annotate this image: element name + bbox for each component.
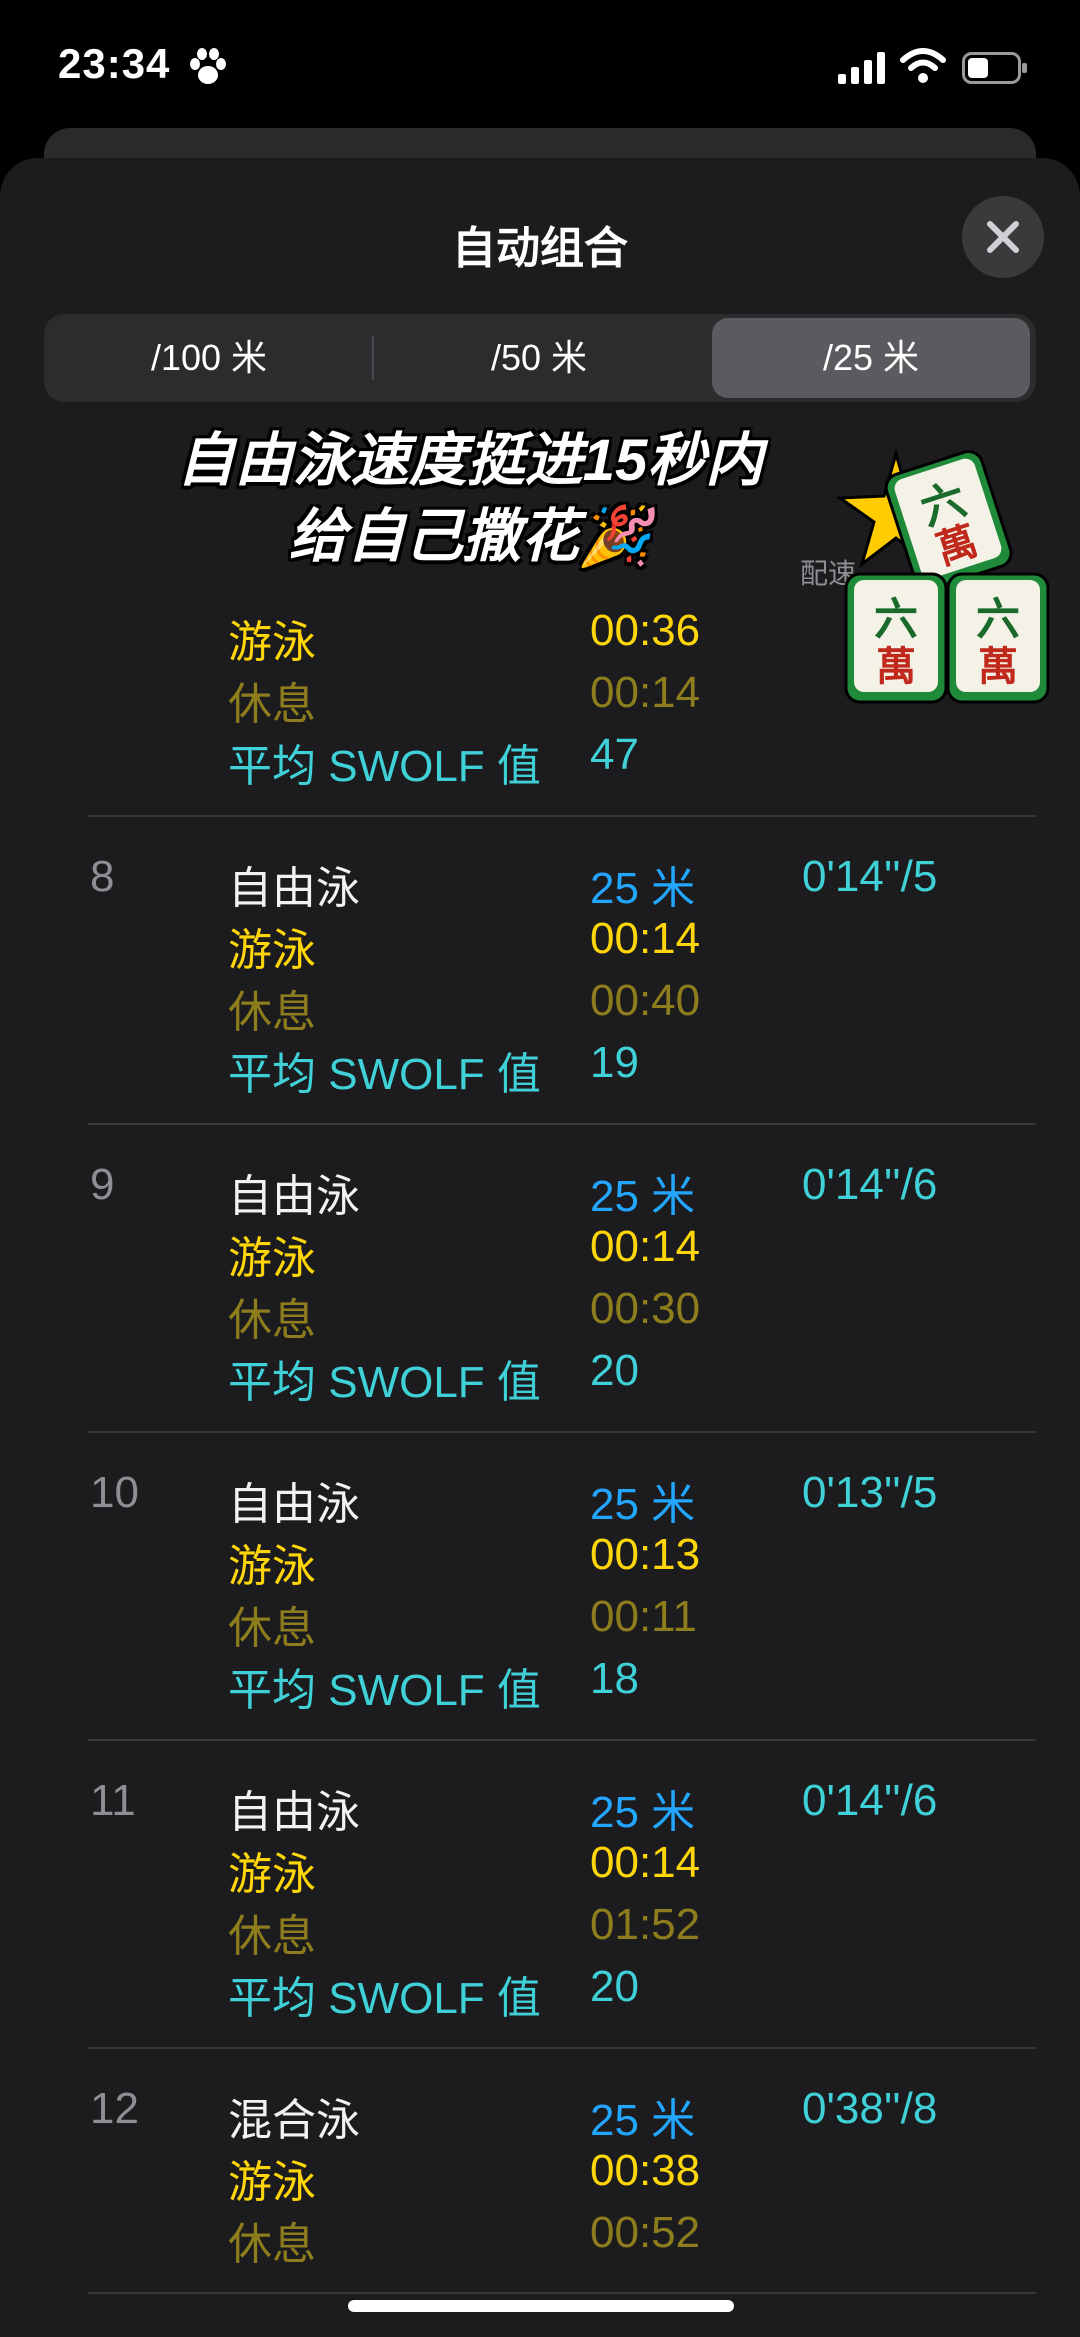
close-button[interactable] [962, 196, 1044, 278]
svg-text:六: 六 [874, 594, 918, 645]
svg-text:萬: 萬 [876, 644, 916, 690]
svg-text:萬: 萬 [978, 644, 1018, 690]
row-divider [88, 2292, 1036, 2294]
swim-time: 00:14 [590, 1838, 701, 1887]
battery-icon [962, 52, 1028, 89]
row-divider [88, 815, 1036, 817]
set-index: 11 [90, 1776, 136, 1825]
rest-time: 00:52 [590, 2208, 701, 2257]
swim-time: 00:14 [590, 1222, 701, 1271]
cellular-signal-icon [838, 52, 886, 89]
status-time: 23:34 [58, 40, 171, 87]
swim-label: 游泳 [228, 2158, 316, 2207]
stroke-type: 自由泳 [228, 1172, 360, 1221]
swim-time: 00:14 [590, 914, 701, 963]
swim-label: 游泳 [228, 1850, 316, 1899]
set-index: 9 [90, 1160, 115, 1209]
set-pace: 0'14''/5 [802, 852, 938, 901]
rest-label: 休息 [228, 1296, 316, 1345]
set-distance: 25 米 [590, 864, 696, 913]
svg-text:六: 六 [976, 594, 1020, 645]
set-distance: 25 米 [590, 1172, 696, 1221]
segment-100m[interactable]: /100 米 [44, 314, 374, 402]
swolf-label: 平均 SWOLF 值 [228, 1974, 541, 2023]
stroke-type: 自由泳 [228, 864, 360, 913]
overlay-caption: 自由泳速度挺进15秒内 给自己撒花🎉 [60, 423, 880, 575]
swolf-label: 平均 SWOLF 值 [228, 1358, 541, 1407]
segment-25m[interactable]: /25 米 [712, 318, 1030, 398]
swolf-value: 47 [590, 730, 639, 779]
stroke-type: 自由泳 [228, 1480, 360, 1529]
set-index: 12 [90, 2084, 139, 2133]
row-divider [88, 2047, 1036, 2049]
set-distance: 25 米 [590, 1788, 696, 1837]
rest-label: 休息 [228, 1604, 316, 1653]
swim-time: 00:36 [590, 606, 701, 655]
status-bar: 23:34 [0, 0, 1080, 140]
set-pace: 0'14''/6 [802, 1160, 938, 1209]
home-indicator[interactable] [348, 2300, 734, 2312]
swolf-value: 18 [590, 1654, 639, 1703]
set-pace: 0'13''/5 [802, 1468, 938, 1517]
stroke-type: 自由泳 [228, 1788, 360, 1837]
row-divider [88, 1431, 1036, 1433]
swim-time: 00:13 [590, 1530, 701, 1579]
swolf-value: 19 [590, 1038, 639, 1087]
overlay-line-2: 给自己撒花🎉 [288, 504, 652, 569]
set-distance: 25 米 [590, 2096, 696, 2145]
swolf-value: 20 [590, 1346, 639, 1395]
overlay-line-1: 自由泳速度挺进15秒内 [176, 428, 764, 493]
rest-time: 01:52 [590, 1900, 701, 1949]
row-divider [88, 1123, 1036, 1125]
set-pace: 0'14''/6 [802, 1776, 938, 1825]
swim-label: 游泳 [228, 1542, 316, 1591]
distance-segmented-control: /100 米 /50 米 /25 米 [44, 314, 1036, 402]
set-index: 10 [90, 1468, 139, 1517]
sheet-title: 自动组合 [452, 224, 628, 273]
close-icon [987, 221, 1019, 253]
swolf-label: 平均 SWOLF 值 [228, 1050, 541, 1099]
mahjong-sticker-icon: 六 萬 六 萬 六 萬 [826, 424, 1056, 719]
rest-time: 00:14 [590, 668, 701, 717]
set-index: 8 [90, 852, 115, 901]
swolf-label: 平均 SWOLF 值 [228, 1666, 541, 1715]
swolf-value: 20 [590, 1962, 639, 2011]
rest-label: 休息 [228, 680, 316, 729]
swolf-label: 平均 SWOLF 值 [228, 742, 541, 791]
set-distance: 25 米 [590, 1480, 696, 1529]
swim-time: 00:38 [590, 2146, 701, 2195]
stroke-type: 混合泳 [228, 2096, 360, 2145]
swim-label: 游泳 [228, 926, 316, 975]
auto-combine-sheet: 自动组合 /100 米 /50 米 /25 米 自由泳速度挺进15秒内 给自己撒… [0, 158, 1080, 2337]
rest-time: 00:30 [590, 1284, 701, 1333]
rest-label: 休息 [228, 988, 316, 1037]
rest-label: 休息 [228, 1912, 316, 1961]
swim-label: 游泳 [228, 618, 316, 667]
paw-icon [188, 48, 228, 91]
rest-time: 00:11 [590, 1592, 697, 1641]
rest-time: 00:40 [590, 976, 701, 1025]
swim-label: 游泳 [228, 1234, 316, 1283]
rest-label: 休息 [228, 2220, 316, 2269]
row-divider [88, 1739, 1036, 1741]
wifi-icon [900, 48, 946, 89]
segment-50m[interactable]: /50 米 [374, 314, 704, 402]
set-pace: 0'38''/8 [802, 2084, 938, 2133]
